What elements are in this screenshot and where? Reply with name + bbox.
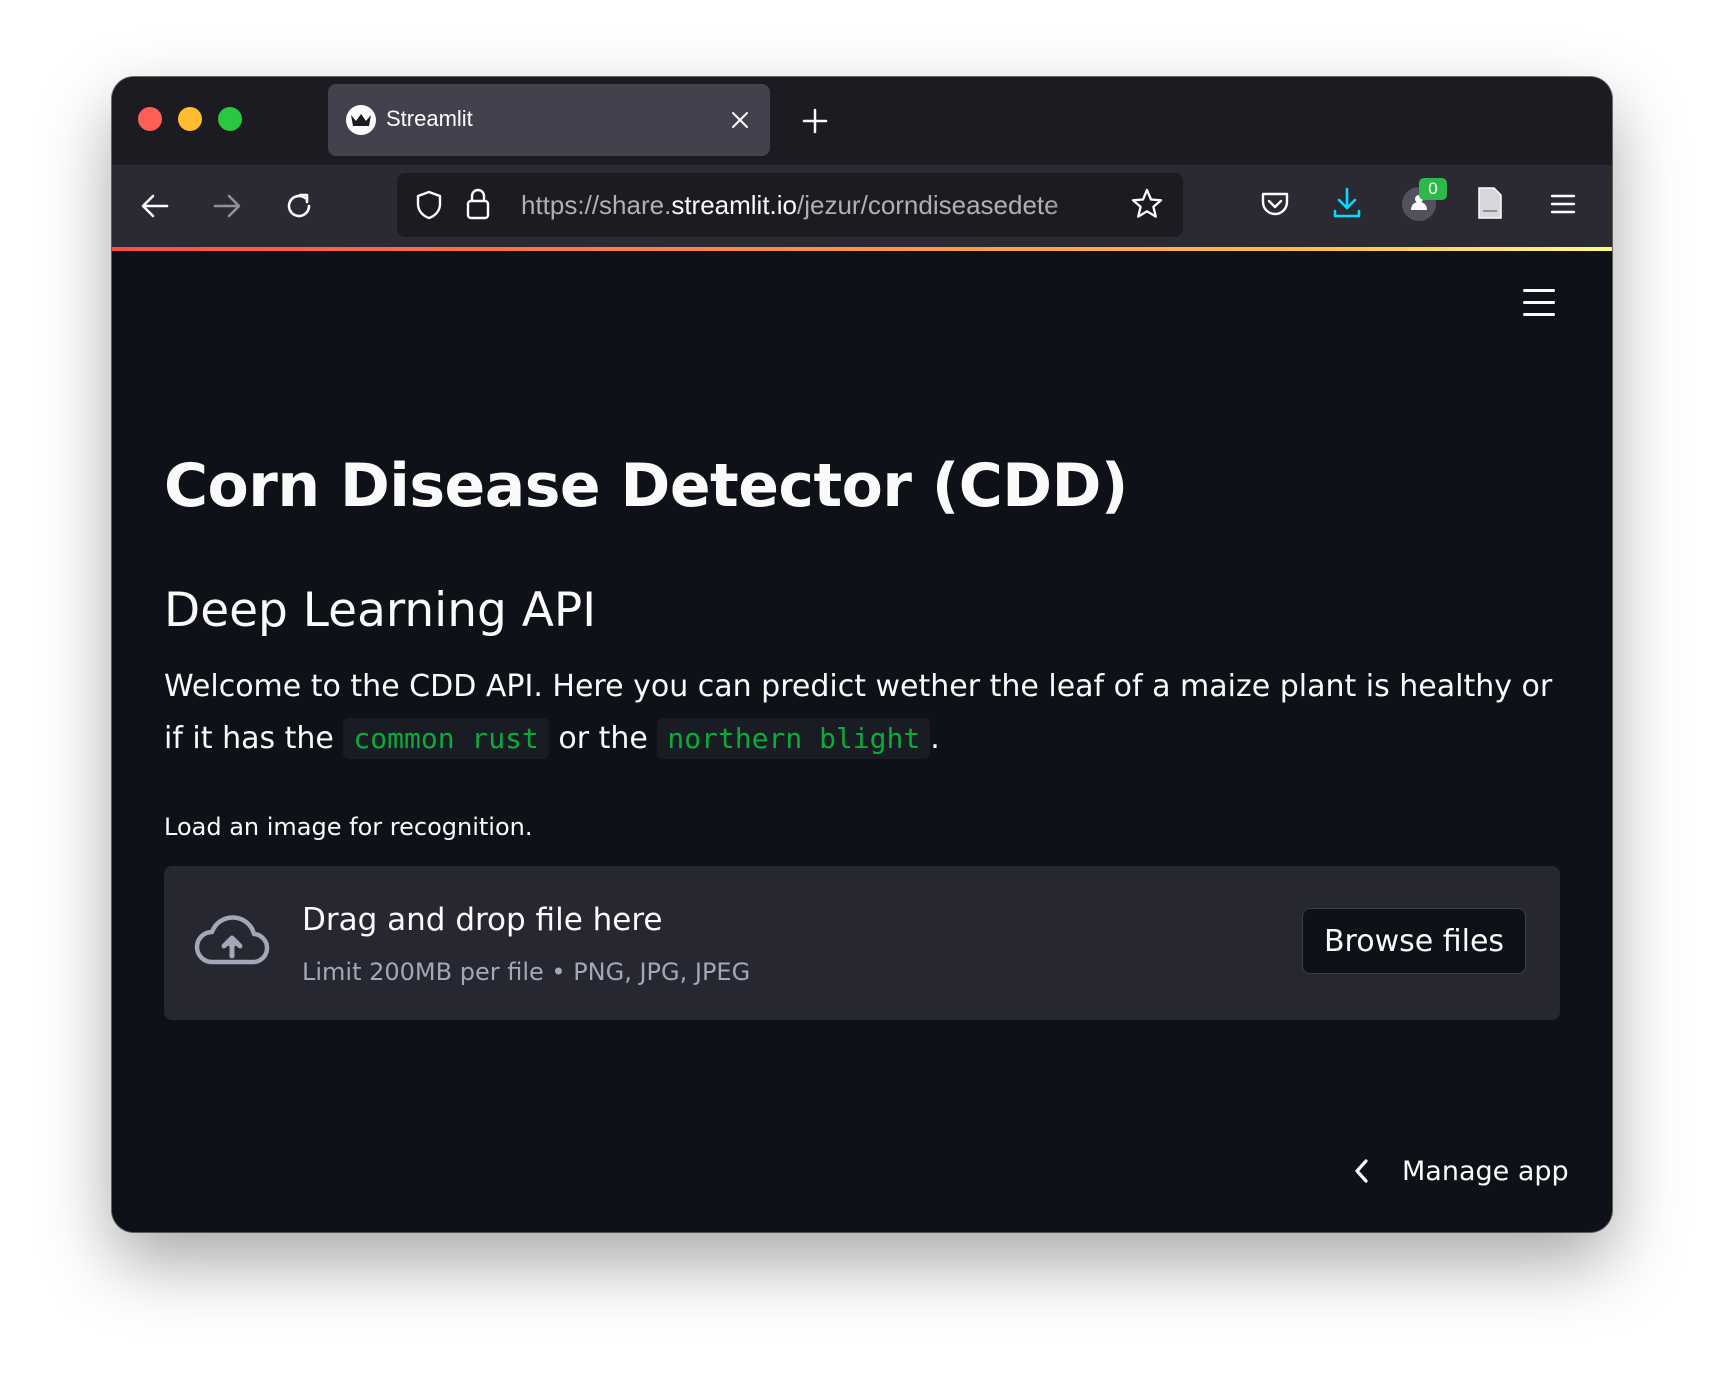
forward-arrow-icon[interactable] [210,189,244,223]
code-common-rust: common rust [343,718,549,759]
chevron-left-icon [1355,1159,1368,1183]
intro-paragraph: Welcome to the CDD API. Here you can pre… [164,661,1564,765]
extension-badge: 0 [1419,178,1447,200]
code-northern-blight: northern blight [657,718,931,759]
page-title: Corn Disease Detector (CDD) [164,451,1128,521]
lock-icon[interactable] [463,187,493,221]
url-text[interactable]: https://share.streamlit.io/jezur/corndis… [521,190,1117,221]
file-dropzone[interactable]: Drag and drop file here Limit 200MB per … [164,866,1560,1020]
uploader-label: Load an image for recognition. [164,813,533,841]
tab-title: Streamlit [386,106,473,131]
reader-mode-icon[interactable] [1475,185,1505,221]
app-content: Corn Disease Detector (CDD) Deep Learnin… [112,251,1612,1232]
minimize-window-button[interactable] [178,107,202,131]
url-bar[interactable]: https://share.streamlit.io/jezur/corndis… [397,173,1183,237]
dropzone-limit-text: Limit 200MB per file • PNG, JPG, JPEG [302,958,751,986]
app-menu-icon[interactable] [1523,289,1555,317]
reload-icon[interactable] [282,189,316,223]
close-tab-icon[interactable] [728,108,752,132]
dropzone-title: Drag and drop file here [302,902,663,938]
pocket-icon[interactable] [1258,187,1292,221]
download-icon[interactable] [1330,185,1364,221]
page-subtitle: Deep Learning API [164,583,597,638]
manage-app-button[interactable]: Manage app [1352,1151,1569,1191]
navigation-toolbar: https://share.streamlit.io/jezur/corndis… [112,165,1612,247]
bookmark-star-icon[interactable] [1130,187,1164,221]
hamburger-menu-icon[interactable] [1546,187,1580,221]
maximize-window-button[interactable] [218,107,242,131]
streamlit-crown-icon [346,105,376,135]
back-arrow-icon[interactable] [138,189,172,223]
new-tab-icon[interactable] [800,106,830,136]
browser-window: Streamlit https://share.streamlit.io/jez… [112,77,1612,1232]
browser-tab[interactable]: Streamlit [328,84,770,156]
cloud-upload-icon [194,915,270,965]
browse-files-button[interactable]: Browse files [1302,908,1526,974]
manage-app-label: Manage app [1402,1155,1569,1187]
tab-bar: Streamlit [112,77,1612,165]
shield-icon[interactable] [413,189,445,221]
close-window-button[interactable] [138,107,162,131]
